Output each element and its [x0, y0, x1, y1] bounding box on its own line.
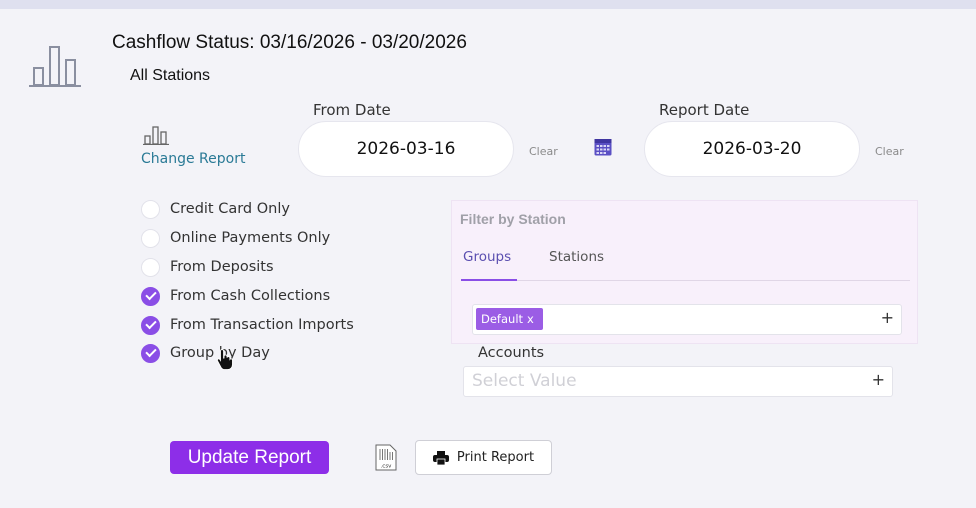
accounts-label: Accounts: [478, 345, 545, 361]
chip-label: Default: [481, 312, 524, 326]
plus-icon[interactable]: +: [872, 370, 885, 389]
hand-cursor-icon: [216, 349, 233, 370]
option-label: Online Payments Only: [170, 230, 331, 246]
option-label: From Cash Collections: [170, 288, 331, 304]
selected-chip-default: Default x: [476, 308, 543, 330]
checkbox-checked[interactable]: [141, 315, 160, 335]
checkbox[interactable]: [141, 257, 160, 277]
top-bar: [0, 0, 976, 9]
checkbox-checked[interactable]: [141, 286, 160, 306]
filter-by-station-panel: Filter by Station Groups Stations Defaul…: [451, 200, 918, 344]
chip-remove-button[interactable]: x: [527, 312, 534, 326]
checkbox-checked[interactable]: [141, 343, 160, 363]
page-subtitle: All Stations: [130, 67, 211, 84]
accounts-select[interactable]: Select Value +: [463, 366, 893, 397]
option-label: From Transaction Imports: [170, 317, 354, 333]
active-tab-indicator: [461, 279, 517, 281]
from-date-input[interactable]: 2026-03-16: [298, 121, 514, 177]
report-date-input[interactable]: 2026-03-20: [644, 121, 860, 177]
tab-divider: [461, 280, 910, 281]
tab-stations[interactable]: Stations: [549, 249, 604, 265]
print-report-button[interactable]: Print Report: [415, 440, 552, 475]
accounts-placeholder: Select Value: [472, 371, 577, 391]
bar-chart-icon: [29, 46, 81, 87]
change-report-link[interactable]: Change Report: [141, 151, 245, 167]
option-from-cash-collections[interactable]: From Cash Collections: [141, 286, 330, 306]
csv-file-icon[interactable]: .csv: [375, 444, 397, 471]
option-from-deposits[interactable]: From Deposits: [141, 257, 274, 277]
option-group-by-day[interactable]: Group by Day: [141, 343, 270, 363]
groups-select[interactable]: Default x +: [472, 304, 902, 335]
filter-title: Filter by Station: [460, 211, 566, 227]
report-date-clear-button[interactable]: Clear: [875, 145, 904, 158]
option-from-transaction-imports[interactable]: From Transaction Imports: [141, 315, 354, 335]
small-bar-chart-icon[interactable]: [143, 125, 169, 145]
checkbox[interactable]: [141, 199, 160, 219]
option-label: From Deposits: [170, 259, 274, 275]
from-date-clear-button[interactable]: Clear: [529, 145, 558, 158]
report-date-label: Report Date: [659, 101, 750, 119]
calendar-icon[interactable]: [594, 137, 612, 156]
plus-icon[interactable]: +: [881, 308, 894, 327]
checkbox[interactable]: [141, 228, 160, 248]
tab-groups[interactable]: Groups: [463, 249, 511, 265]
csv-icon-label: .csv: [381, 464, 393, 470]
from-date-label: From Date: [313, 101, 391, 119]
printer-icon: [432, 450, 449, 465]
option-online-payments-only[interactable]: Online Payments Only: [141, 228, 330, 248]
page-title: Cashflow Status: 03/16/2026 - 03/20/2026: [112, 32, 467, 53]
update-report-button[interactable]: Update Report: [170, 441, 329, 474]
option-label: Credit Card Only: [170, 201, 290, 217]
print-report-label: Print Report: [456, 450, 535, 465]
option-credit-card-only[interactable]: Credit Card Only: [141, 199, 290, 219]
